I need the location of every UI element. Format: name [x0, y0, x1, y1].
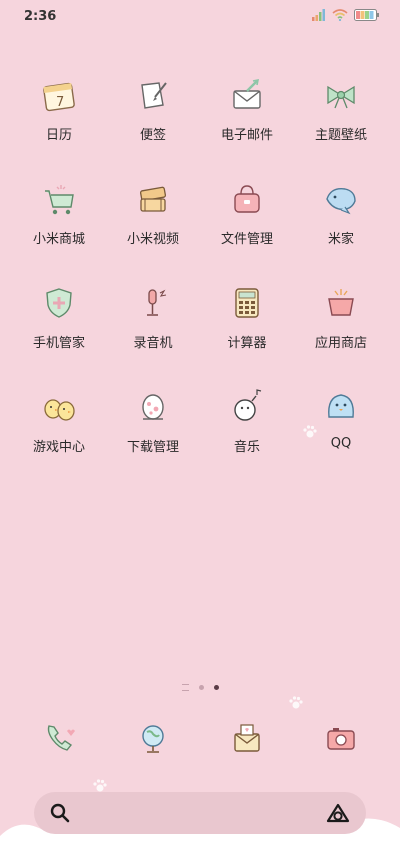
- gift-box-icon: [318, 280, 364, 326]
- dock-camera[interactable]: [294, 715, 388, 765]
- dock-phone[interactable]: [12, 715, 106, 765]
- note-icon: [130, 72, 176, 118]
- app-row: 手机管家 录音机 计算器 应用商店: [0, 280, 400, 358]
- email-icon: [224, 72, 270, 118]
- app-music[interactable]: 音乐: [200, 384, 294, 462]
- cart-icon: [36, 176, 82, 222]
- app-label: QQ: [330, 436, 352, 451]
- film-icon: [130, 176, 176, 222]
- shield-icon: [36, 280, 82, 326]
- app-grid: 7 日历 便签 电子邮件 主题壁纸 小米商城 小米视频 文件管理 米家 手机管家…: [0, 72, 400, 488]
- app-themes[interactable]: 主题壁纸: [294, 72, 388, 150]
- app-label: 日历: [45, 128, 72, 143]
- app-label: 小米商城: [32, 232, 85, 247]
- dock: [0, 715, 400, 765]
- dock-messages[interactable]: [200, 715, 294, 765]
- microphone-icon: [130, 280, 176, 326]
- messages-icon: [224, 715, 270, 761]
- app-label: 手机管家: [32, 336, 85, 351]
- dock-browser[interactable]: [106, 715, 200, 765]
- app-label: 电子邮件: [220, 128, 273, 143]
- page-indicator-dot-active[interactable]: [213, 685, 219, 690]
- app-mi-store[interactable]: 小米商城: [12, 176, 106, 254]
- app-label: 游戏中心: [32, 440, 85, 455]
- app-mi-video[interactable]: 小米视频: [106, 176, 200, 254]
- fish-icon: [318, 176, 364, 222]
- signal-icon: [312, 9, 325, 21]
- app-calculator[interactable]: 计算器: [200, 280, 294, 358]
- app-mi-home[interactable]: 米家: [294, 176, 388, 254]
- app-notes[interactable]: 便签: [106, 72, 200, 150]
- app-qq[interactable]: QQ: [294, 384, 388, 462]
- camera-icon: [318, 715, 364, 761]
- app-label: 米家: [327, 232, 354, 247]
- music-bomb-icon: [224, 384, 270, 430]
- app-game-center[interactable]: 游戏中心: [12, 384, 106, 462]
- calendar-icon: 7: [36, 72, 82, 118]
- paw-print-decoration: [303, 425, 317, 438]
- app-calendar[interactable]: 7 日历: [12, 72, 106, 150]
- wifi-icon: [332, 9, 348, 21]
- battery-icon: [354, 9, 379, 21]
- app-row: 7 日历 便签 电子邮件 主题壁纸: [0, 72, 400, 150]
- app-label: 便签: [139, 128, 166, 143]
- app-row: 小米商城 小米视频 文件管理 米家: [0, 176, 400, 254]
- penguin-icon: [318, 384, 364, 430]
- svg-text:7: 7: [56, 95, 64, 110]
- status-time: 2:36: [24, 9, 57, 24]
- page-indicator-dot[interactable]: [198, 685, 204, 690]
- search-bar[interactable]: [34, 792, 366, 834]
- status-bar: 2:36: [0, 0, 400, 34]
- search-icon[interactable]: [50, 803, 70, 823]
- app-app-store[interactable]: 应用商店: [294, 280, 388, 358]
- app-label: 小米视频: [126, 232, 179, 247]
- phone-icon: [36, 715, 82, 761]
- calculator-icon: [224, 280, 270, 326]
- page-indicator[interactable]: [0, 684, 400, 691]
- bag-icon: [224, 176, 270, 222]
- app-label: 文件管理: [220, 232, 273, 247]
- app-downloads[interactable]: 下载管理: [106, 384, 200, 462]
- status-icons: [312, 9, 380, 21]
- globe-icon: [130, 715, 176, 761]
- app-label: 应用商店: [314, 336, 367, 351]
- page-indicator-list[interactable]: [181, 684, 189, 691]
- app-recorder[interactable]: 录音机: [106, 280, 200, 358]
- paw-print-decoration: [289, 696, 303, 709]
- bow-icon: [318, 72, 364, 118]
- app-email[interactable]: 电子邮件: [200, 72, 294, 150]
- app-label: 录音机: [133, 336, 173, 351]
- app-label: 下载管理: [126, 440, 179, 455]
- app-file-manager[interactable]: 文件管理: [200, 176, 294, 254]
- app-label: 主题壁纸: [314, 128, 367, 143]
- app-label: 音乐: [233, 440, 260, 455]
- app-label: 计算器: [227, 336, 267, 351]
- app-row: 游戏中心 下载管理 音乐 QQ: [0, 384, 400, 462]
- app-security[interactable]: 手机管家: [12, 280, 106, 358]
- egg-icon: [130, 384, 176, 430]
- assistant-icon[interactable]: [326, 803, 350, 823]
- chicks-icon: [36, 384, 82, 430]
